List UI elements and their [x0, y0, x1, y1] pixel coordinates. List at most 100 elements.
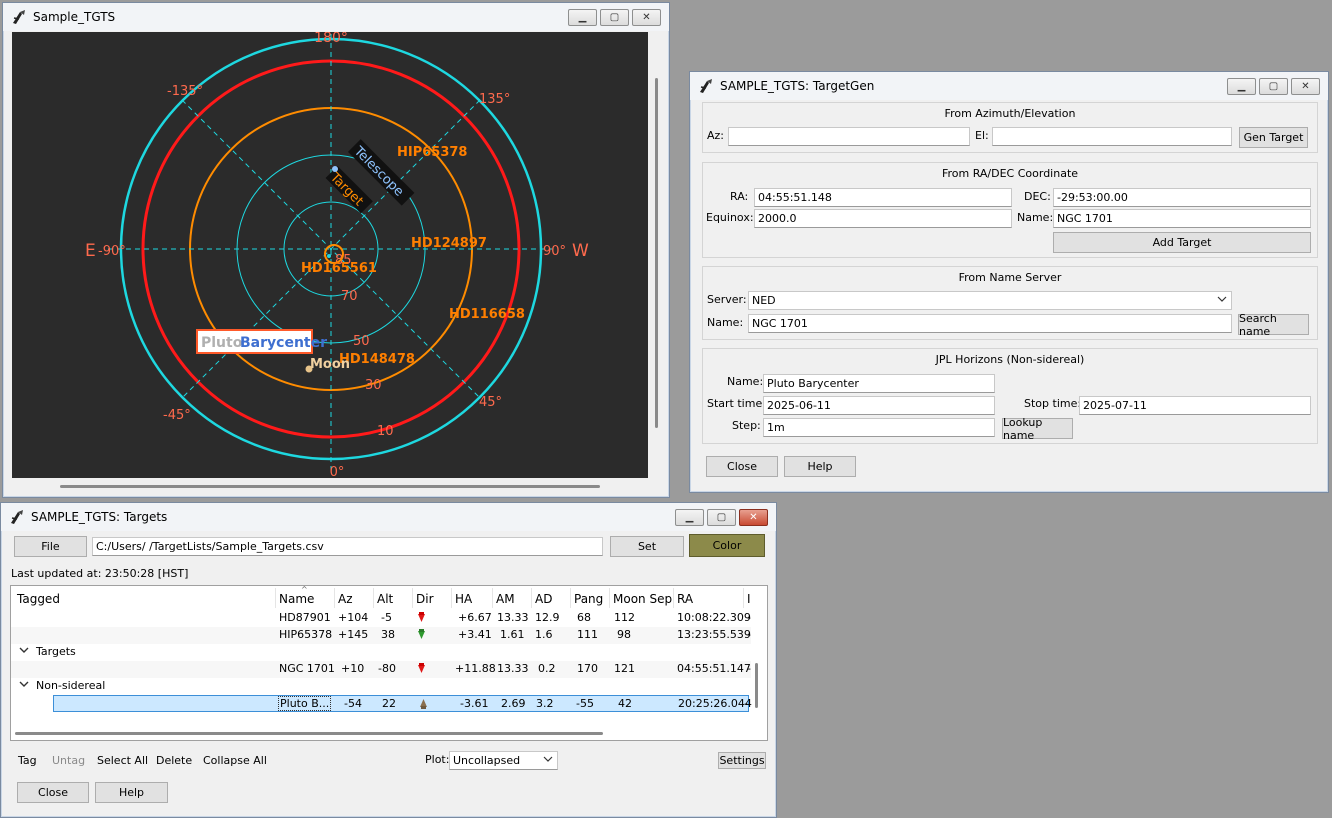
radec-name-input[interactable]: NGC 1701	[1053, 209, 1311, 228]
help-button[interactable]: Help	[784, 456, 856, 477]
stop-time-input[interactable]: 2025-07-11	[1079, 396, 1311, 415]
search-name-button[interactable]: Search name	[1238, 312, 1309, 338]
close-window-button[interactable]: ✕	[739, 509, 768, 526]
help-button[interactable]: Help	[95, 782, 168, 803]
col-ra[interactable]: RA	[677, 592, 693, 606]
col-dir[interactable]: Dir	[416, 592, 434, 606]
minimize-button[interactable]: ▁	[568, 9, 597, 26]
ra-input[interactable]: 04:55:51.148	[754, 188, 1012, 207]
tag-button[interactable]: Tag	[18, 754, 37, 767]
radec-group: From RA/DEC Coordinate RA: 04:55:51.148 …	[702, 162, 1318, 258]
plot-vertical-scrollbar[interactable]	[653, 32, 663, 478]
el-label: El:	[975, 129, 989, 142]
equinox-input[interactable]: 2000.0	[754, 209, 1012, 228]
col-overflow[interactable]: I	[747, 592, 751, 606]
chevron-down-icon[interactable]	[19, 678, 29, 693]
targets-titlebar[interactable]: SAMPLE_TGTS: Targets ▁ ▢ ✕	[1, 503, 776, 531]
group-row-targets[interactable]: Targets	[11, 644, 751, 661]
elev-10: 10	[377, 424, 394, 439]
add-target-button[interactable]: Add Target	[1053, 232, 1311, 253]
az-input[interactable]	[728, 127, 970, 146]
col-ha[interactable]: HA	[455, 592, 472, 606]
start-time-input[interactable]: 2025-06-11	[763, 396, 995, 415]
dec-input[interactable]: -29:53:00.00	[1053, 188, 1311, 207]
minimize-button[interactable]: ▁	[1227, 78, 1256, 95]
direction-down-icon	[416, 629, 427, 643]
elev-30: 30	[365, 378, 382, 393]
table-row[interactable]: HD87901 +104 -5 +6.67 13.33 12.9 68 112 …	[11, 610, 751, 627]
minimize-icon: ▁	[578, 12, 587, 23]
target-hd124897[interactable]: HD124897	[411, 236, 487, 251]
moon-label: Moon	[310, 357, 350, 372]
target-hd116658[interactable]: HD116658	[449, 307, 525, 322]
ra-label: RA:	[730, 190, 749, 203]
group-row-nonsidereal[interactable]: Non-sidereal	[11, 678, 751, 695]
jpl-name-input[interactable]: Pluto Barycenter	[763, 374, 995, 393]
targetgen-window: SAMPLE_TGTS: TargetGen ▁ ▢ ✕ From Azimut…	[689, 71, 1329, 493]
maximize-button[interactable]: ▢	[1259, 78, 1288, 95]
col-moon-sep[interactable]: Moon Sep	[613, 592, 672, 606]
collapse-all-button[interactable]: Collapse All	[203, 754, 267, 767]
pluto-label-a: Pluto	[201, 335, 243, 351]
target-hip65378[interactable]: HIP65378	[397, 145, 467, 160]
untag-button[interactable]: Untag	[52, 754, 85, 767]
plot-window: Sample_TGTS ▁ ▢ ✕ 180° 0° E -90° 90° W -…	[2, 2, 670, 498]
minimize-button[interactable]: ▁	[675, 509, 704, 526]
maximize-button[interactable]: ▢	[707, 509, 736, 526]
plot-value: Uncollapsed	[453, 754, 521, 767]
plot-window-titlebar[interactable]: Sample_TGTS ▁ ▢ ✕	[3, 3, 669, 31]
azel-group: From Azimuth/Elevation Az: El: Gen Targe…	[702, 102, 1318, 153]
close-button[interactable]: Close	[17, 782, 89, 803]
el-input[interactable]	[992, 127, 1232, 146]
label-north: 180°	[314, 32, 348, 46]
gen-target-button[interactable]: Gen Target	[1239, 127, 1308, 148]
chevron-down-icon[interactable]	[19, 644, 29, 659]
table-horizontal-scrollbar[interactable]	[15, 732, 603, 735]
step-input[interactable]: 1m	[763, 418, 995, 437]
server-select[interactable]: NED	[748, 291, 1232, 310]
maximize-button[interactable]: ▢	[600, 9, 629, 26]
col-name[interactable]: Name	[279, 592, 314, 606]
table-row[interactable]: NGC 1701 +10 -80 +11.88 13.33 0.2 170 12…	[11, 661, 751, 678]
label-nw: -135°	[167, 84, 203, 99]
target-hd148478[interactable]: HD148478	[339, 352, 415, 367]
table-row-selected[interactable]: Pluto B... -54 22 -3.61 2.69 3.2 -55 42 …	[53, 695, 752, 712]
color-button[interactable]: Color	[689, 534, 765, 557]
label-west-deg: 90°	[543, 244, 566, 259]
lookup-name-button[interactable]: Lookup name	[1002, 416, 1073, 442]
col-pang[interactable]: Pang	[574, 592, 603, 606]
close-window-button[interactable]: ✕	[1291, 78, 1320, 95]
plot-select[interactable]: Uncollapsed	[449, 751, 558, 770]
table-row[interactable]: HIP65378 +145 38 +3.41 1.61 1.6 111 98 1…	[11, 627, 751, 644]
col-ad[interactable]: AD	[535, 592, 552, 606]
file-button[interactable]: File	[14, 536, 87, 557]
delete-button[interactable]: Delete	[156, 754, 192, 767]
name-label: Name:	[1017, 211, 1054, 224]
col-az[interactable]: Az	[338, 592, 353, 606]
maximize-icon: ▢	[1268, 81, 1279, 92]
close-icon: ✕	[642, 12, 651, 23]
file-path-input[interactable]: C:/Users/ /TargetLists/Sample_Targets.cs…	[92, 537, 603, 556]
settings-button[interactable]: Settings	[718, 752, 766, 769]
table-vertical-scrollbar[interactable]	[755, 663, 758, 708]
targetgen-titlebar[interactable]: SAMPLE_TGTS: TargetGen ▁ ▢ ✕	[690, 72, 1328, 100]
pluto-label-b: Barycenter	[240, 335, 327, 351]
label-east-deg: -90°	[98, 244, 126, 259]
sky-plot[interactable]: 180° 0° E -90° 90° W -135° 135° -45° 45°…	[12, 30, 648, 480]
close-button[interactable]: Close	[706, 456, 778, 477]
minimize-icon: ▁	[685, 512, 694, 523]
col-alt[interactable]: Alt	[377, 592, 393, 606]
targets-table[interactable]: Tagged Name ^ Az Alt Dir HA AM AD Pang M…	[10, 585, 768, 741]
close-window-button[interactable]: ✕	[632, 9, 661, 26]
stop-time-label: Stop time:	[1024, 397, 1082, 410]
ns-name-input[interactable]: NGC 1701	[748, 314, 1232, 333]
select-all-button[interactable]: Select All	[97, 754, 148, 767]
plot-label: Plot:	[425, 753, 450, 766]
target-hd165561[interactable]: HD165561	[301, 261, 377, 276]
set-button[interactable]: Set	[610, 536, 684, 557]
col-am[interactable]: AM	[496, 592, 515, 606]
plot-horizontal-scrollbar[interactable]	[12, 480, 648, 492]
col-tagged[interactable]: Tagged	[17, 592, 60, 606]
maximize-icon: ▢	[609, 12, 620, 23]
app-icon	[11, 9, 27, 25]
